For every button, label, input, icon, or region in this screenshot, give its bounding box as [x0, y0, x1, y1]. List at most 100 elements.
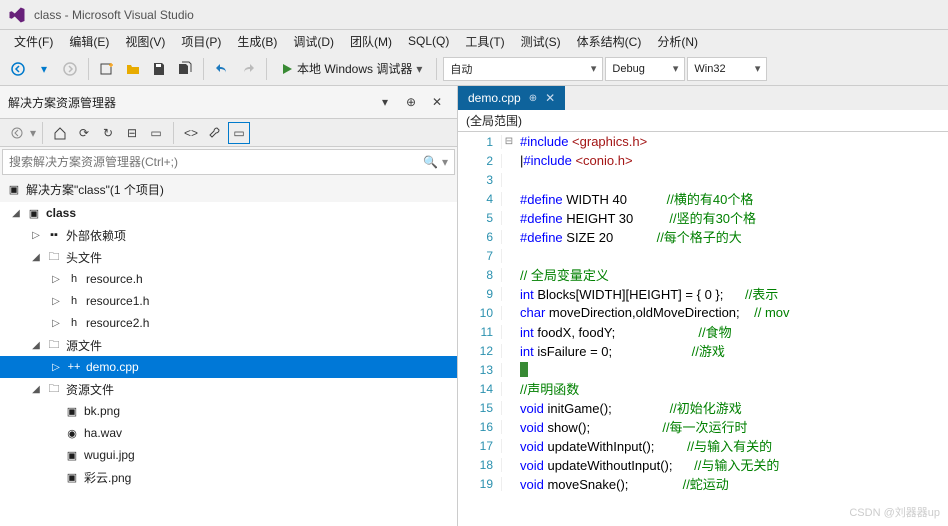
project-node[interactable]: ◢▣class [0, 202, 457, 224]
code-line[interactable]: 19void moveSnake(); //蛇运动 [458, 474, 948, 493]
file-label: 彩云.png [84, 469, 131, 486]
file-node[interactable]: ▣彩云.png [0, 466, 457, 488]
props-icon[interactable] [204, 122, 226, 144]
search-input[interactable] [9, 155, 423, 169]
menu-analyze[interactable]: 分析(N) [649, 31, 706, 52]
menu-project[interactable]: 项目(P) [173, 31, 229, 52]
code-line[interactable]: 5#define HEIGHT 30 //竖的有30个格 [458, 208, 948, 227]
file-node[interactable]: ▣bk.png [0, 400, 457, 422]
code-line[interactable]: 13 [458, 360, 948, 379]
collapse-icon[interactable]: ⊟ [121, 122, 143, 144]
file-node[interactable]: ◉ ha.wav [0, 422, 457, 444]
pin-icon[interactable]: ⊕ [399, 90, 423, 114]
file-node[interactable]: ▣wugui.jpg [0, 444, 457, 466]
titlebar: class - Microsoft Visual Studio [0, 0, 948, 30]
demo-file-node[interactable]: ▷++demo.cpp [0, 356, 457, 378]
audio-icon: ◉ [64, 425, 80, 441]
image-icon: ▣ [64, 403, 80, 419]
sync-icon[interactable]: ⟳ [73, 122, 95, 144]
tab-label: demo.cpp [468, 91, 521, 105]
menu-debug[interactable]: 调试(D) [285, 31, 342, 52]
home-icon[interactable] [49, 122, 71, 144]
file-node[interactable]: ▷hresource.h [0, 268, 457, 290]
pin-tab-icon[interactable]: ⊕ [529, 93, 537, 104]
ex-back-icon[interactable] [6, 122, 28, 144]
search-icon[interactable]: 🔍 [423, 155, 438, 169]
file-label: resource.h [86, 272, 143, 286]
panel-options-icon[interactable]: ▾ [373, 90, 397, 114]
refresh-icon[interactable]: ↻ [97, 122, 119, 144]
main-toolbar: ▾ 本地 Windows 调试器 ▾ 自动▾ Debug▾ Win32▾ [0, 52, 948, 86]
folder-icon: 🗀 [46, 381, 62, 397]
auto-dropdown[interactable]: 自动▾ [443, 57, 603, 81]
project-icon: ▣ [26, 205, 42, 221]
code-line[interactable]: 18void updateWithoutInput(); //与输入无关的 [458, 455, 948, 474]
code-line[interactable]: 10char moveDirection,oldMoveDirection; /… [458, 303, 948, 322]
nav-back-icon[interactable] [6, 57, 30, 81]
code-line[interactable]: 17void updateWithInput(); //与输入有关的 [458, 436, 948, 455]
ext-deps-node[interactable]: ▷▪▪外部依赖项 [0, 224, 457, 246]
menu-sql[interactable]: SQL(Q) [400, 32, 457, 50]
code-line[interactable]: 3 [458, 170, 948, 189]
code-area[interactable]: 1⊟#include <graphics.h>2|#include <conio… [458, 132, 948, 526]
explorer-search[interactable]: 🔍 ▾ [2, 149, 455, 175]
code-line[interactable]: 1⊟#include <graphics.h> [458, 132, 948, 151]
new-project-icon[interactable] [95, 57, 119, 81]
code-line[interactable]: 11int foodX, foodY; //食物 [458, 322, 948, 341]
headers-node[interactable]: ◢🗀头文件 [0, 246, 457, 268]
code-line[interactable]: 8// 全局变量定义 [458, 265, 948, 284]
file-label: resource2.h [86, 316, 149, 330]
refs-icon: ▪▪ [46, 227, 62, 243]
code-line[interactable]: 16void show(); //每一次运行时 [458, 417, 948, 436]
preview-icon[interactable]: ▭ [228, 122, 250, 144]
file-label: wugui.jpg [84, 448, 135, 462]
file-label: ha.wav [84, 426, 122, 440]
file-node[interactable]: ▷hresource1.h [0, 290, 457, 312]
code-line[interactable]: 2|#include <conio.h> [458, 151, 948, 170]
nav-fwd-icon[interactable] [58, 57, 82, 81]
close-tab-icon[interactable]: ✕ [545, 91, 555, 105]
h-file-icon: h [66, 315, 82, 331]
save-icon[interactable] [147, 57, 171, 81]
code-editor: demo.cpp ⊕ ✕ (全局范围) 1⊟#include <graphics… [458, 86, 948, 526]
menu-edit[interactable]: 编辑(E) [61, 31, 117, 52]
menu-tools[interactable]: 工具(T) [457, 31, 512, 52]
file-node[interactable]: ▷hresource2.h [0, 312, 457, 334]
menu-arch[interactable]: 体系结构(C) [569, 31, 650, 52]
editor-tab[interactable]: demo.cpp ⊕ ✕ [458, 86, 565, 110]
menu-build[interactable]: 生成(B) [229, 31, 285, 52]
close-panel-icon[interactable]: ✕ [425, 90, 449, 114]
src-label: 源文件 [66, 337, 102, 354]
code-line[interactable]: 9int Blocks[WIDTH][HEIGHT] = { 0 }; //表示 [458, 284, 948, 303]
codeview-icon[interactable]: <> [180, 122, 202, 144]
dropdown-icon[interactable]: ▾ [32, 57, 56, 81]
menubar: 文件(F) 编辑(E) 视图(V) 项目(P) 生成(B) 调试(D) 团队(M… [0, 30, 948, 52]
redo-icon[interactable] [236, 57, 260, 81]
platform-dropdown[interactable]: Win32▾ [687, 57, 767, 81]
save-all-icon[interactable] [173, 57, 197, 81]
menu-file[interactable]: 文件(F) [6, 31, 61, 52]
scope-dropdown[interactable]: (全局范围) [458, 110, 948, 132]
auto-label: 自动 [450, 61, 472, 77]
code-line[interactable]: 12int isFailure = 0; //游戏 [458, 341, 948, 360]
src-node[interactable]: ◢🗀源文件 [0, 334, 457, 356]
platform-label: Win32 [694, 63, 725, 75]
res-node[interactable]: ◢🗀资源文件 [0, 378, 457, 400]
code-line[interactable]: 4#define WIDTH 40 //横的有40个格 [458, 189, 948, 208]
vs-logo-icon [8, 6, 26, 24]
res-label: 资源文件 [66, 381, 114, 398]
showall-icon[interactable]: ▭ [145, 122, 167, 144]
menu-test[interactable]: 测试(S) [513, 31, 569, 52]
undo-icon[interactable] [210, 57, 234, 81]
menu-team[interactable]: 团队(M) [342, 31, 400, 52]
window-title: class - Microsoft Visual Studio [34, 8, 194, 22]
solution-row[interactable]: ▣ 解决方案"class"(1 个项目) [0, 177, 457, 202]
menu-view[interactable]: 视图(V) [117, 31, 173, 52]
code-line[interactable]: 6#define SIZE 20 //每个格子的大 [458, 227, 948, 246]
open-icon[interactable] [121, 57, 145, 81]
code-line[interactable]: 15void initGame(); //初始化游戏 [458, 398, 948, 417]
config-dropdown[interactable]: Debug▾ [605, 57, 685, 81]
start-debug-button[interactable]: 本地 Windows 调试器 ▾ [273, 56, 430, 82]
code-line[interactable]: 7 [458, 246, 948, 265]
code-line[interactable]: 14//声明函数 [458, 379, 948, 398]
